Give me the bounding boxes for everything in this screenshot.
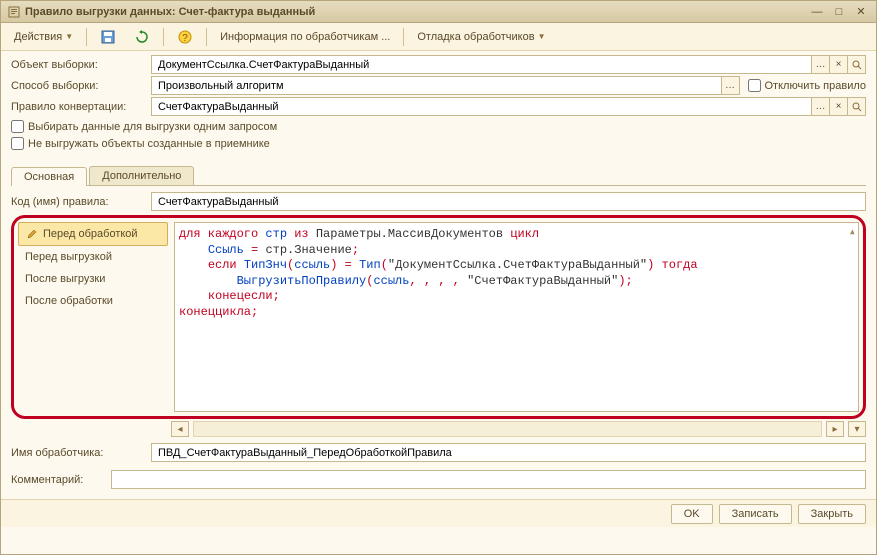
window-title: Правило выгрузки данных: Счет-фактура вы… bbox=[25, 6, 808, 18]
refresh-icon-button[interactable] bbox=[127, 26, 157, 48]
toolbar-separator bbox=[86, 28, 87, 46]
actions-menu[interactable]: Действия ▼ bbox=[7, 26, 80, 48]
tab-content-main: Код (имя) правила: Перед обработкой Пере… bbox=[11, 186, 866, 470]
tab-main[interactable]: Основная bbox=[11, 167, 87, 186]
ellipsis-button[interactable]: … bbox=[721, 77, 739, 94]
save-button[interactable]: Записать bbox=[719, 504, 792, 524]
actions-label: Действия bbox=[14, 31, 62, 43]
handler-name-input-text[interactable] bbox=[156, 446, 861, 460]
refresh-icon bbox=[134, 29, 150, 45]
rule-code-input[interactable] bbox=[151, 192, 866, 211]
close-footer-button[interactable]: Закрыть bbox=[798, 504, 866, 524]
highlight-annotation: Перед обработкой Перед выгрузкой После в… bbox=[11, 215, 866, 419]
pencil-icon bbox=[25, 227, 39, 241]
single-query-label: Выбирать данные для выгрузки одним запро… bbox=[28, 121, 277, 133]
scroll-down-button[interactable]: ▾ bbox=[848, 421, 866, 437]
scroll-up-icon[interactable]: ▴ bbox=[849, 225, 856, 241]
disable-rule-label: Отключить правило bbox=[765, 80, 867, 92]
ellipsis-button[interactable]: … bbox=[811, 98, 829, 115]
form-area: Объект выборки: … × Способ выборки: … От… bbox=[1, 51, 876, 160]
handler-label: Перед выгрузкой bbox=[25, 251, 112, 263]
handler-name-label: Имя обработчика: bbox=[11, 447, 151, 459]
chevron-down-icon: ▼ bbox=[538, 32, 546, 41]
handler-label: После выгрузки bbox=[25, 273, 105, 285]
ellipsis-button[interactable]: … bbox=[811, 56, 829, 73]
ok-button[interactable]: OK bbox=[671, 504, 713, 524]
scroll-left-button[interactable]: ◂ bbox=[171, 421, 189, 437]
handler-after-export[interactable]: После выгрузки bbox=[18, 268, 168, 290]
maximize-button[interactable]: □ bbox=[830, 4, 848, 20]
comment-input[interactable] bbox=[111, 470, 866, 489]
conv-rule-input[interactable]: … × bbox=[151, 97, 866, 116]
titlebar: Правило выгрузки данных: Счет-фактура вы… bbox=[1, 1, 876, 23]
toolbar-separator bbox=[163, 28, 164, 46]
handler-before-export[interactable]: Перед выгрузкой bbox=[18, 246, 168, 268]
handler-list: Перед обработкой Перед выгрузкой После в… bbox=[18, 222, 168, 412]
toolbar-separator bbox=[206, 28, 207, 46]
save-icon-button[interactable] bbox=[93, 26, 123, 48]
skip-receiver-checkbox[interactable] bbox=[11, 137, 24, 150]
comment-input-text[interactable] bbox=[116, 473, 861, 487]
object-input-text[interactable] bbox=[156, 58, 861, 72]
floppy-icon bbox=[100, 29, 116, 45]
horizontal-scrollbar: ◂ ▸ ▾ bbox=[171, 421, 866, 437]
chevron-down-icon: ▼ bbox=[65, 32, 73, 41]
toolbar: Действия ▼ ? Информация по обработчикам … bbox=[1, 23, 876, 51]
clear-button[interactable]: × bbox=[829, 98, 847, 115]
code-editor[interactable]: для каждого стр из Параметры.МассивДокум… bbox=[174, 222, 859, 412]
handler-label: Перед обработкой bbox=[43, 228, 138, 240]
conv-rule-input-text[interactable] bbox=[156, 100, 861, 114]
magnifier-button[interactable] bbox=[847, 98, 865, 115]
handler-label: После обработки bbox=[25, 295, 113, 307]
method-input-text[interactable] bbox=[156, 79, 735, 93]
close-button[interactable]: ✕ bbox=[852, 4, 870, 20]
help-icon: ? bbox=[177, 29, 193, 45]
tab-bar: Основная Дополнительно bbox=[11, 166, 866, 186]
handler-name-input[interactable] bbox=[151, 443, 866, 462]
magnifier-button[interactable] bbox=[847, 56, 865, 73]
info-handlers-label: Информация по обработчикам ... bbox=[220, 31, 390, 43]
info-handlers-button[interactable]: Информация по обработчикам ... bbox=[213, 26, 397, 48]
footer: OK Записать Закрыть bbox=[1, 499, 876, 527]
object-label: Объект выборки: bbox=[11, 59, 151, 71]
skip-receiver-label: Не выгружать объекты созданные в приемни… bbox=[28, 138, 270, 150]
scroll-track[interactable] bbox=[193, 421, 822, 437]
method-label: Способ выборки: bbox=[11, 80, 151, 92]
toolbar-separator bbox=[403, 28, 404, 46]
clear-button[interactable]: × bbox=[829, 56, 847, 73]
disable-rule-checkbox[interactable] bbox=[748, 79, 761, 92]
object-input[interactable]: … × bbox=[151, 55, 866, 74]
minimize-button[interactable]: — bbox=[808, 4, 826, 20]
handler-before-process[interactable]: Перед обработкой bbox=[18, 222, 168, 246]
rule-code-input-text[interactable] bbox=[156, 195, 861, 209]
app-icon bbox=[7, 5, 21, 19]
conv-rule-label: Правило конвертации: bbox=[11, 101, 151, 113]
method-input[interactable]: … bbox=[151, 76, 740, 95]
debug-handlers-menu[interactable]: Отладка обработчиков ▼ bbox=[410, 26, 552, 48]
rule-code-label: Код (имя) правила: bbox=[11, 196, 151, 208]
debug-handlers-label: Отладка обработчиков bbox=[417, 31, 534, 43]
handler-after-process[interactable]: После обработки bbox=[18, 290, 168, 312]
help-icon-button[interactable]: ? bbox=[170, 26, 200, 48]
single-query-checkbox[interactable] bbox=[11, 120, 24, 133]
scroll-right-button[interactable]: ▸ bbox=[826, 421, 844, 437]
comment-label: Комментарий: bbox=[11, 474, 111, 486]
tab-extra[interactable]: Дополнительно bbox=[89, 166, 194, 185]
svg-text:?: ? bbox=[182, 33, 188, 44]
